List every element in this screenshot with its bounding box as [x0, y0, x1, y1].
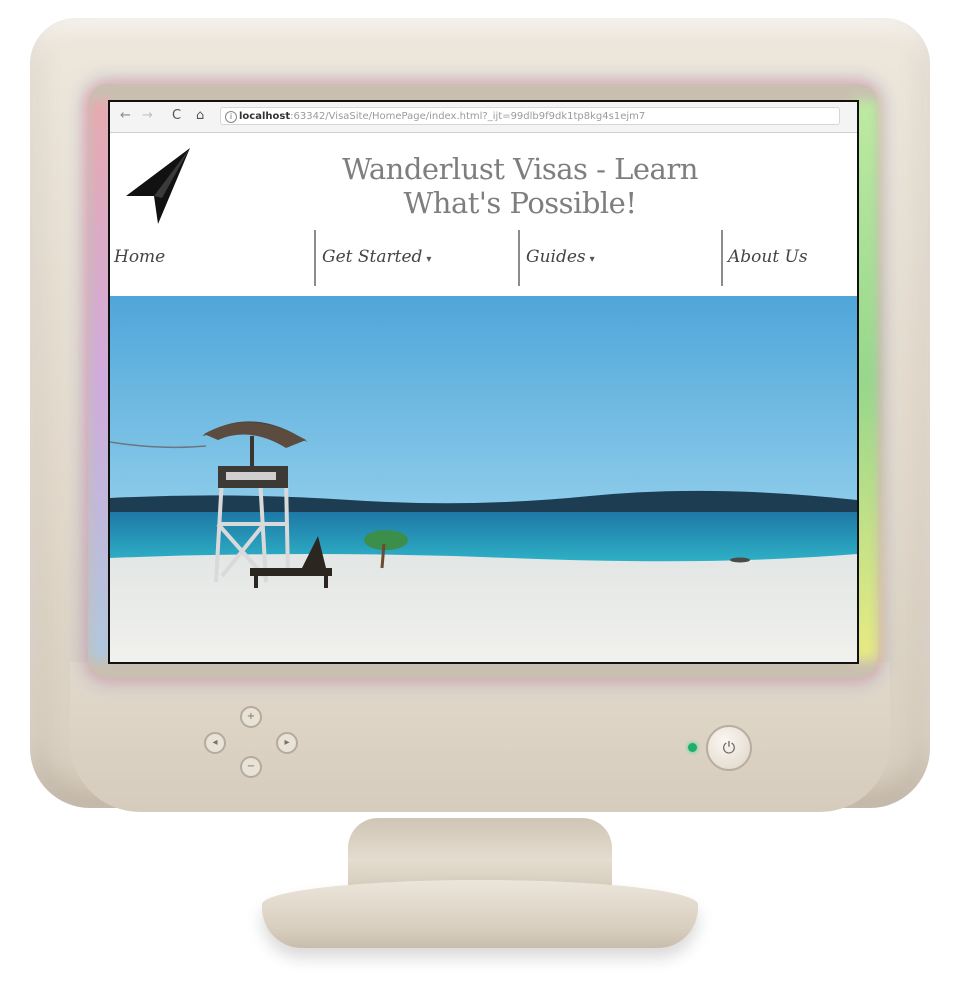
nav-item-get-started[interactable]: Get Started ▾	[322, 226, 431, 288]
nav-item-guides[interactable]: Guides ▾	[526, 226, 595, 288]
power-button[interactable]: ⏻	[706, 725, 752, 771]
arrow-right-icon[interactable]: →	[142, 108, 153, 123]
nav-item-about-us[interactable]: About Us	[728, 226, 808, 288]
url-path: :63342/VisaSite/HomePage/index.html?_ijt…	[290, 111, 646, 122]
nav-item-label: Guides	[526, 247, 586, 267]
power-led	[688, 743, 697, 752]
crt-monitor: ← → C ⌂ i localhost:63342/VisaSite/HomeP…	[0, 0, 960, 984]
monitor-dpad: + ◂ ▸ −	[200, 706, 304, 780]
chevron-down-icon: ▾	[426, 254, 432, 265]
plus-icon[interactable]: +	[240, 706, 262, 728]
chevron-down-icon: ▾	[589, 254, 595, 265]
minus-icon[interactable]: −	[240, 756, 262, 778]
paper-plane-icon[interactable]	[124, 146, 194, 226]
screen: ← → C ⌂ i localhost:63342/VisaSite/HomeP…	[108, 100, 859, 664]
hero-image	[110, 296, 857, 662]
nav-divider	[314, 230, 316, 286]
page-title: Wanderlust Visas - Learn What's Possible…	[342, 152, 698, 220]
arrow-left-icon[interactable]: ←	[120, 108, 131, 123]
nav-item-label: Get Started	[322, 247, 423, 267]
power-icon: ⏻	[722, 738, 736, 757]
home-icon[interactable]: ⌂	[196, 108, 204, 123]
browser-toolbar: ← → C ⌂ i localhost:63342/VisaSite/HomeP…	[110, 102, 857, 133]
monitor-chin	[70, 662, 890, 812]
nav-item-label: Home	[114, 247, 166, 267]
arrow-right-icon[interactable]: ▸	[276, 732, 298, 754]
nav-divider	[721, 230, 723, 286]
address-bar[interactable]: i localhost:63342/VisaSite/HomePage/inde…	[220, 107, 840, 125]
reload-icon[interactable]: C	[172, 108, 181, 123]
info-icon[interactable]: i	[225, 111, 237, 123]
nav-divider	[518, 230, 520, 286]
url-host: localhost	[239, 111, 291, 122]
monitor-base	[262, 880, 698, 948]
arrow-left-icon[interactable]: ◂	[204, 732, 226, 754]
nav-item-home[interactable]: Home	[114, 226, 165, 288]
main-nav: Home Get Started ▾ Guides ▾ About Us	[110, 226, 857, 288]
nav-item-label: About Us	[728, 247, 808, 267]
